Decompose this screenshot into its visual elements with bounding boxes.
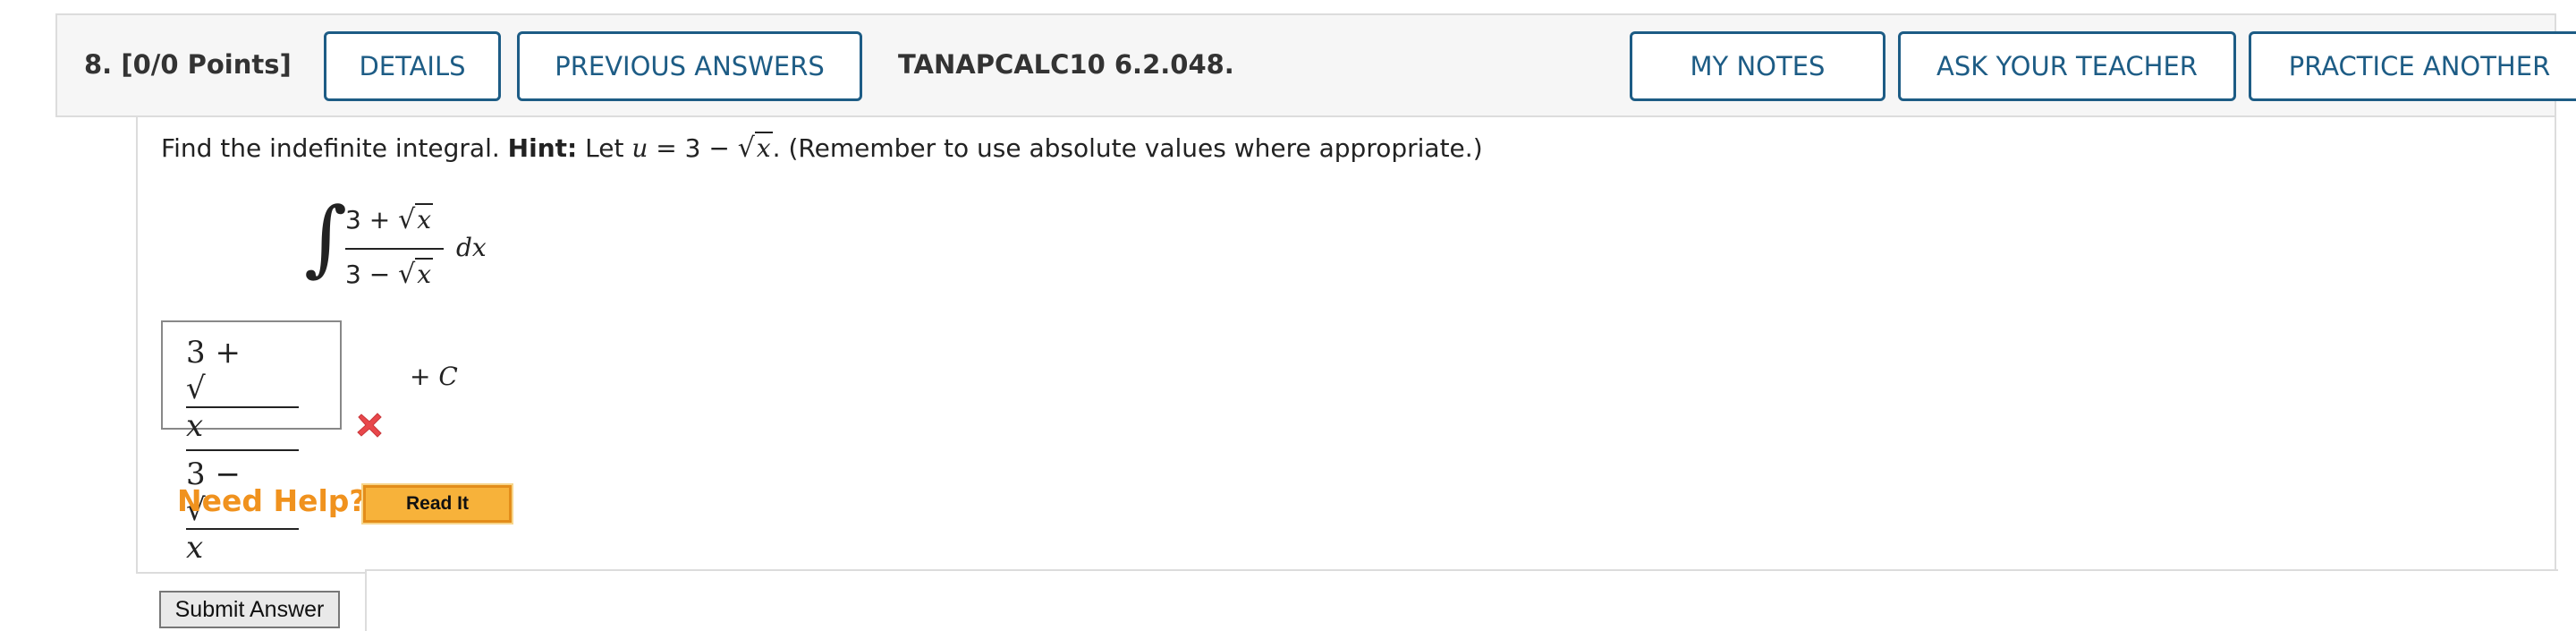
integral-sign: ∫ (304, 190, 347, 286)
integrand-numerator: 3 + √x (345, 203, 434, 235)
ask-your-teacher-button[interactable]: ASK YOUR TEACHER (1898, 31, 2236, 101)
read-it-button[interactable]: Read It (361, 483, 513, 524)
question-id: TANAPCALC10 6.2.048. (898, 49, 1234, 80)
notes-panel (365, 569, 2558, 631)
hint-var-x: x (756, 133, 771, 163)
details-button[interactable]: DETAILS (324, 31, 501, 101)
incorrect-icon (357, 413, 382, 438)
need-help-label: Need Help? (177, 483, 367, 518)
submit-answer-button[interactable]: Submit Answer (159, 591, 340, 628)
question-title: 8. [0/0 Points] (84, 49, 292, 80)
hint-var-u: u (631, 133, 648, 163)
plus-constant: + C (410, 362, 458, 391)
answer-fraction: 3 + √ x 3 − √ x (186, 335, 299, 566)
my-notes-button[interactable]: MY NOTES (1630, 31, 1885, 101)
fraction-bar (345, 248, 444, 250)
hint-label: Hint: (507, 133, 578, 163)
answer-input[interactable]: 3 + √ x 3 − √ x (161, 320, 342, 566)
question-header: 8. [0/0 Points] DETAILS PREVIOUS ANSWERS… (55, 13, 2576, 117)
hint-sqrt: √x (737, 132, 773, 164)
hint-equation: = 3 − (656, 133, 730, 163)
question-points: [0/0 Points] (121, 49, 292, 80)
question-prompt: Find the indefinite integral. Hint: Let … (161, 132, 1483, 164)
practice-another-button[interactable]: PRACTICE ANOTHER (2249, 31, 2576, 101)
previous-answers-button[interactable]: PREVIOUS ANSWERS (517, 31, 862, 101)
differential: dx (456, 233, 487, 262)
integrand-fraction: 3 + √x 3 − √x (345, 203, 444, 290)
answer-numerator: 3 + √ x (186, 335, 299, 444)
question-number: 8. (84, 49, 113, 80)
answer-fraction-bar (186, 449, 299, 451)
integrand-denominator: 3 − √x (345, 258, 434, 290)
prompt-lead: Find the indefinite integral. (161, 133, 500, 163)
hint-text: Let (585, 133, 624, 163)
prompt-tail: . (Remember to use absolute values where… (772, 133, 1483, 163)
